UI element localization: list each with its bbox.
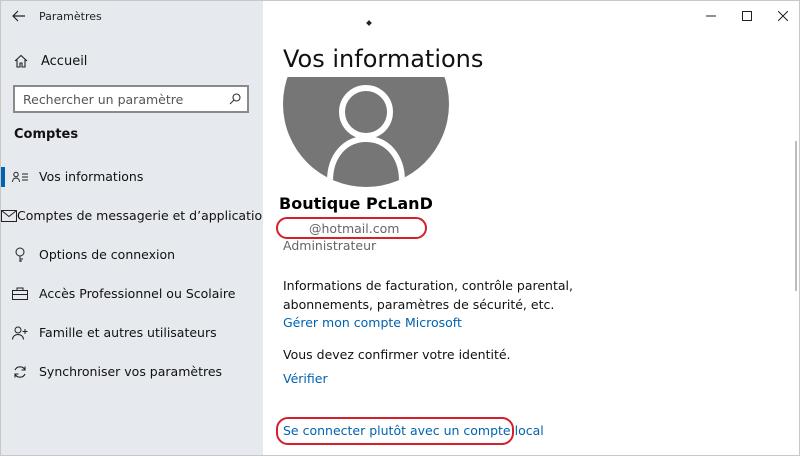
sidebar-item-label: Comptes de messagerie et d’application <box>17 208 271 223</box>
sidebar-item-synchroniser[interactable]: Synchroniser vos paramètres <box>1 352 263 391</box>
search-box[interactable] <box>13 85 249 113</box>
user-role: Administrateur <box>283 238 377 253</box>
sidebar-item-label: Synchroniser vos paramètres <box>39 364 223 379</box>
app-title: Paramètres <box>39 9 102 23</box>
home-icon <box>1 54 41 68</box>
close-button[interactable] <box>765 1 799 31</box>
mail-icon <box>1 209 17 222</box>
page-title: Vos informations <box>283 45 484 73</box>
user-email: @hotmail.com <box>309 221 400 236</box>
sidebar-item-label: Famille et autres utilisateurs <box>39 325 217 340</box>
confirm-identity-text: Vous devez confirmer votre identité. <box>283 347 511 362</box>
sidebar: Paramètres Accueil Comptes <box>1 1 270 455</box>
close-icon <box>778 11 788 21</box>
sidebar-item-label: Options de connexion <box>39 247 176 262</box>
minimize-icon <box>706 15 716 17</box>
window-controls <box>693 1 799 31</box>
sidebar-item-famille[interactable]: Famille et autres utilisateurs <box>1 313 263 352</box>
sync-icon <box>1 365 39 379</box>
sidebar-item-label: Vos informations <box>39 169 144 184</box>
local-account-link[interactable]: Se connecter plutôt avec un compte local <box>283 423 544 438</box>
minimize-button[interactable] <box>693 1 729 31</box>
search-icon[interactable] <box>229 93 241 105</box>
sidebar-nav: Vos informations Comptes de messagerie e… <box>1 157 270 391</box>
title-bar: Paramètres <box>1 1 263 31</box>
user-name: Boutique PcLanD <box>279 194 433 213</box>
settings-window: Paramètres Accueil Comptes <box>0 0 800 456</box>
main-content: Vos informations Boutique PcLanD @hotmai… <box>263 1 799 455</box>
briefcase-icon <box>1 287 39 300</box>
sidebar-item-comptes-messagerie[interactable]: Comptes de messagerie et d’application <box>1 196 270 235</box>
key-icon <box>1 247 39 263</box>
sidebar-item-acces-professionnel[interactable]: Accès Professionnel ou Scolaire <box>1 274 263 313</box>
sidebar-item-vos-informations[interactable]: Vos informations <box>1 157 263 196</box>
sidebar-item-options-connexion[interactable]: Options de connexion <box>1 235 263 274</box>
back-button[interactable] <box>1 1 37 31</box>
back-arrow-icon <box>12 10 25 22</box>
home-label: Accueil <box>41 53 88 69</box>
sidebar-item-home[interactable]: Accueil <box>1 47 263 75</box>
maximize-button[interactable] <box>729 1 765 31</box>
section-title: Comptes <box>14 127 79 142</box>
scrollbar[interactable] <box>795 141 797 291</box>
verify-link[interactable]: Vérifier <box>283 371 328 386</box>
person-card-icon <box>1 171 39 183</box>
sidebar-item-label: Accès Professionnel ou Scolaire <box>39 286 236 301</box>
manage-account-link[interactable]: Gérer mon compte Microsoft <box>283 315 462 330</box>
account-info-text: Informations de facturation, contrôle pa… <box>283 278 573 312</box>
person-add-icon <box>1 326 39 340</box>
search-input[interactable] <box>23 91 213 107</box>
maximize-icon <box>742 11 752 21</box>
